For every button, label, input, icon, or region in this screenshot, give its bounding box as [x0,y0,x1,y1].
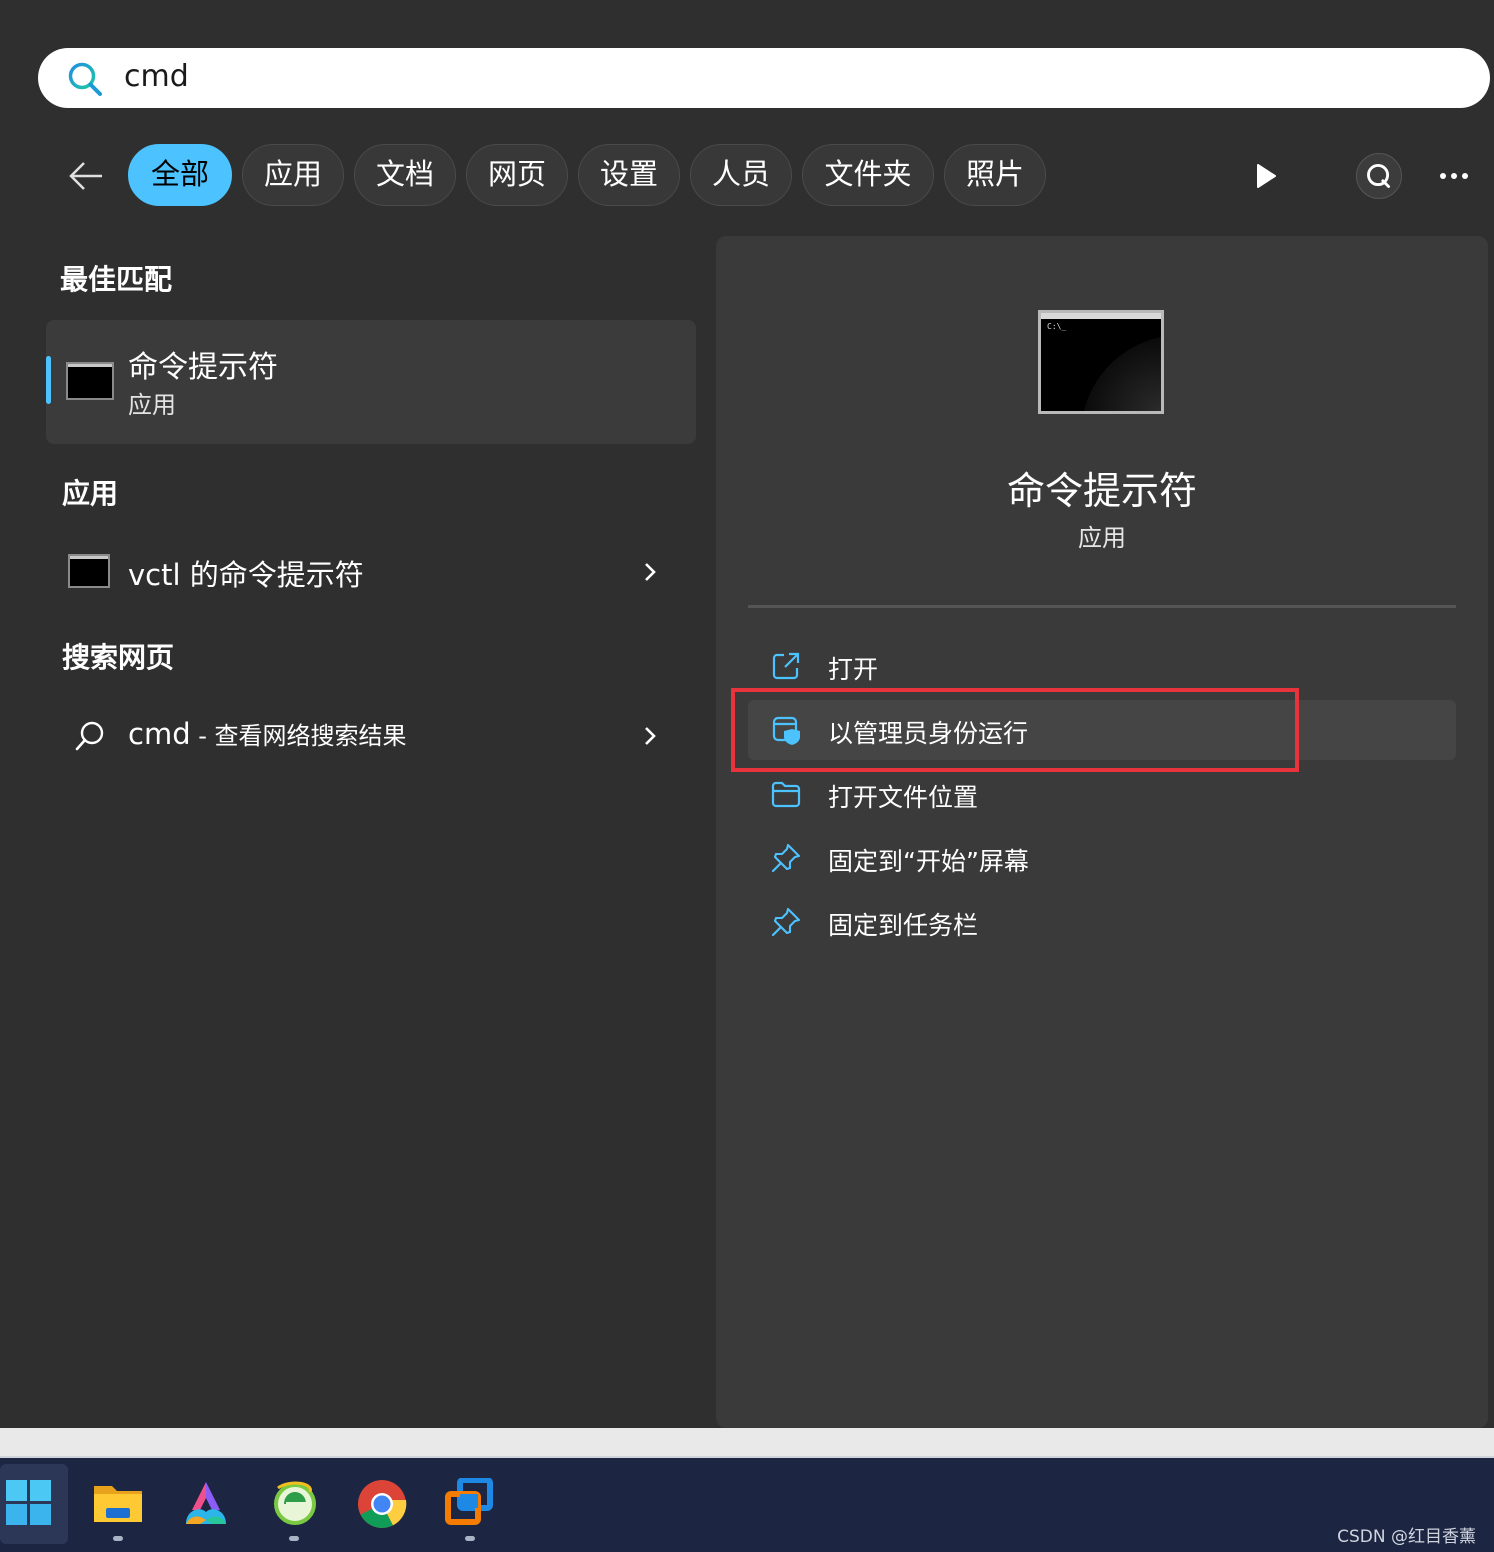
tab-documents[interactable]: 文档 [354,144,456,206]
web-separator: - [190,722,215,750]
tab-photos[interactable]: 照片 [944,144,1046,206]
start-icon[interactable] [6,1480,52,1526]
more-options-icon[interactable] [1430,160,1478,192]
tab-folders[interactable]: 文件夹 [802,144,934,206]
tab-web[interactable]: 网页 [466,144,568,206]
search-icon [68,62,102,96]
web-search-label: cmd - 查看网络搜索结果 [128,716,407,751]
best-match-title: 命令提示符 [128,350,278,385]
watermark: CSDN @红目香薰 [1337,1527,1476,1547]
list-item-label: vctl 的命令提示符 [128,558,364,592]
action-open-label: 打开 [828,655,879,684]
highlight-annotation [731,688,1299,772]
search-icon [75,721,104,751]
section-title-web: 搜索网页 [62,641,175,674]
folder-icon [771,781,801,808]
bing-chat-icon[interactable] [1356,153,1402,199]
chevron-right-icon[interactable] [638,724,662,748]
tab-settings[interactable]: 设置 [578,144,680,206]
best-match-subtitle: 应用 [128,391,176,419]
selection-indicator [46,356,51,404]
section-title-apps: 应用 [62,477,119,510]
web-query: cmd [128,717,191,751]
action-open-file-location-label: 打开文件位置 [828,783,979,812]
tab-people[interactable]: 人员 [690,144,792,206]
detail-subtitle: 应用 [1078,524,1126,552]
chevron-right-icon[interactable] [638,560,662,584]
pin-icon [771,907,801,937]
open-external-icon [772,652,800,680]
search-query-text[interactable]: cmd [124,59,193,95]
command-prompt-icon [68,554,110,588]
app-a-icon[interactable] [180,1480,232,1528]
back-arrow-icon[interactable] [62,152,110,200]
action-pin-to-start-label: 固定到“开始”屏幕 [828,847,1029,876]
action-pin-to-taskbar-label: 固定到任务栏 [828,911,979,940]
play-icon[interactable] [1247,158,1283,194]
ie-icon[interactable] [270,1478,320,1528]
tab-all[interactable]: 全部 [128,144,232,206]
panel-edge [0,1428,1494,1458]
command-prompt-icon [66,362,114,400]
web-suffix: 查看网络搜索结果 [214,722,407,750]
section-title-best-match: 最佳匹配 [60,263,173,296]
divider [748,605,1456,608]
running-indicator [465,1536,475,1541]
search-input[interactable] [38,48,1490,108]
chrome-icon[interactable] [356,1478,408,1530]
detail-title: 命令提示符 [1006,469,1197,513]
file-explorer-icon[interactable] [92,1480,144,1526]
running-indicator [289,1536,299,1541]
running-indicator [113,1536,123,1541]
vmware-icon[interactable] [444,1478,496,1528]
pin-icon [771,843,801,873]
command-prompt-large-icon: C:\_ [1038,310,1164,414]
tab-apps[interactable]: 应用 [242,144,344,206]
